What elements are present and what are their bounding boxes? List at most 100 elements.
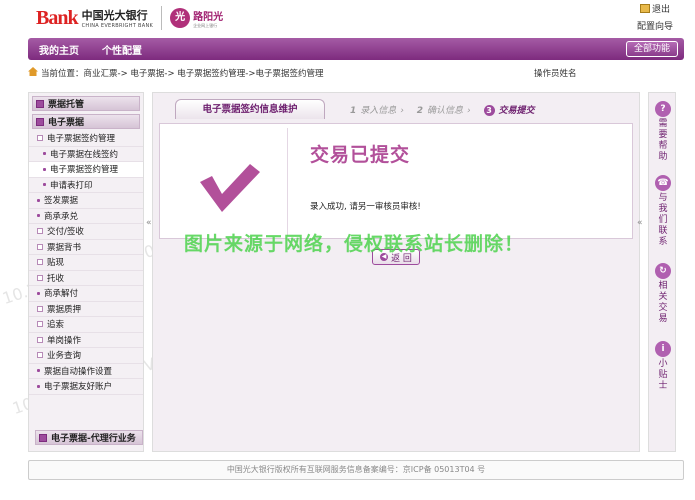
certification-badge: 光 路阳光 企业网上银行 (170, 8, 223, 29)
expand-icon (39, 433, 47, 442)
rail-related[interactable]: ↻ 相关交易 (651, 263, 675, 325)
right-rail: ? 需要帮助 ☎ 与我们联系 ↻ 相关交易 i 小贴士 (648, 92, 676, 452)
nav-home[interactable]: 我的主页 (39, 42, 79, 57)
sidebar-item[interactable]: 票据质押 (29, 302, 143, 317)
sidebar-item[interactable]: 电子票据签约管理 (29, 162, 143, 178)
cert-sub: 企业网上银行 (193, 22, 218, 28)
step-1: 1 录入信息 › (350, 106, 404, 116)
result-title: 交易已提交 (310, 144, 411, 166)
sidebar-item[interactable]: 贴现 (29, 255, 143, 271)
sidebar-item[interactable]: 追索 (29, 317, 143, 333)
tab-sign-info[interactable]: 电子票据签约信息维护 (175, 99, 325, 119)
sidebar-item-label: 贴现 (47, 258, 65, 269)
overlay-watermark-text: 图片来源于网络，侵权联系站长删除！ (184, 233, 525, 255)
sidebar-item-label: 票据自动操作设置 (44, 366, 113, 377)
result-message: 录入成功, 请另一审核员审核! (310, 202, 421, 212)
expand-icon (37, 135, 43, 142)
rail-label: 与我们联系 (658, 193, 668, 247)
sidebar: 票据托管 电子票据 电子票据签约管理 电子票据在线签约 电子票据签约管理 申请表打印签… (28, 92, 144, 452)
step-3: 3 交易提交 (483, 103, 535, 116)
sidebar-head-label: 电子票据-代理行业务 (51, 434, 136, 444)
breadcrumb: 当前位置：商业汇票-> 电子票据-> 电子票据签约管理->电子票据签约管理 操作… (28, 64, 684, 82)
sidebar-item-label: 电子票据签约管理 (50, 165, 119, 176)
logo-divider (161, 6, 163, 30)
config-guide-link[interactable]: 配置向导 (635, 19, 675, 32)
location-prefix: 当前位置： (41, 69, 84, 79)
sidebar-item[interactable]: 业务查询 (29, 348, 143, 364)
sidebar-head-label: 票据托管 (48, 100, 85, 110)
sidebar-item[interactable]: 电子票据在线签约 (29, 147, 143, 162)
expand-icon (36, 99, 44, 108)
footer: 中国光大银行版权所有互联网服务信息备案编号：京ICP备 05013T04 号 (28, 460, 684, 480)
exit-button[interactable]: 退出 (635, 2, 675, 15)
sidebar-head-custody[interactable]: 票据托管 (32, 96, 140, 111)
rail-contact[interactable]: ☎ 与我们联系 (651, 175, 675, 248)
home-icon (28, 67, 38, 76)
sidebar-item[interactable]: 电子票据友好账户 (29, 379, 143, 395)
all-functions-button[interactable]: 全部功能 (625, 41, 678, 57)
location-path[interactable]: 商业汇票-> 电子票据-> 电子票据签约管理->电子票据签约管理 (84, 69, 324, 79)
expand-icon (37, 352, 43, 359)
nav-personal-config[interactable]: 个性配置 (102, 42, 142, 57)
phone-icon: ☎ (655, 175, 671, 191)
rail-help[interactable]: ? 需要帮助 (651, 101, 675, 163)
sidebar-item[interactable]: 交付/签收 (29, 224, 143, 240)
rail-tips[interactable]: i 小贴士 (651, 341, 675, 392)
sidebar-item-label: 电子票据友好账户 (44, 382, 113, 393)
sidebar-item[interactable]: 申请表打印 (29, 178, 143, 193)
cert-name: 路阳光 (193, 11, 224, 23)
bullet-icon (43, 167, 46, 171)
sidebar-item-label: 商承承兑 (44, 211, 79, 222)
bullet-icon (43, 183, 46, 187)
sidebar-item[interactable]: 单岗操作 (29, 333, 143, 348)
sidebar-item[interactable]: 商承承兑 (29, 209, 143, 224)
sidebar-item-label: 追索 (47, 320, 65, 331)
sidebar-item-label: 申请表打印 (50, 180, 93, 191)
bullet-icon (37, 214, 40, 218)
rail-label: 小贴士 (658, 359, 668, 391)
sidebar-item-label: 票据背书 (47, 242, 82, 253)
bank-logo: Bank 中国光大银行 CHINA EVERBRIGHT BANK 光 路阳光 … (36, 6, 223, 30)
sidebar-item-label: 交付/签收 (47, 227, 84, 238)
expand-icon (37, 321, 43, 328)
sidebar-head-e-bills[interactable]: 电子票据 (32, 114, 140, 129)
bullet-icon (37, 291, 40, 295)
collapse-right-icon[interactable]: « (637, 218, 643, 228)
sidebar-item[interactable]: 票据背书 (29, 240, 143, 255)
steps: 1 录入信息 › 2 确认信息 › 3 交易提交 (350, 103, 545, 116)
sidebar-item[interactable]: 签发票据 (29, 193, 143, 209)
bullet-icon (37, 384, 40, 388)
step-2: 2 确认信息 › (416, 106, 471, 116)
exit-icon (639, 4, 650, 13)
sidebar-item[interactable]: 商承解付 (29, 286, 143, 302)
bullet-icon (37, 369, 40, 373)
sidebar-item[interactable]: 票据自动操作设置 (29, 364, 143, 379)
info-icon: i (655, 341, 671, 357)
operator-name: 操作员姓名 (534, 69, 577, 79)
refresh-icon: ↻ (655, 263, 671, 279)
expand-icon (37, 274, 43, 281)
sidebar-item[interactable]: 托收 (29, 271, 143, 286)
main-panel: 电子票据签约信息维护 1 录入信息 › 2 确认信息 › 3 交易提交 交易已提交 录入成… (152, 92, 640, 452)
sidebar-item-label: 商承解付 (44, 289, 79, 300)
seal-icon: 光 (170, 8, 191, 28)
collapse-left-icon[interactable]: « (146, 218, 152, 228)
exit-label: 退出 (651, 5, 670, 15)
expand-icon (37, 259, 43, 266)
sidebar-head-agent-bank[interactable]: 电子票据-代理行业务 (35, 430, 143, 445)
sidebar-item[interactable]: 电子票据签约管理 (29, 131, 143, 147)
bank-name-en: CHINA EVERBRIGHT BANK (81, 23, 154, 29)
sidebar-item-label: 单岗操作 (47, 335, 82, 346)
sidebar-item-label: 票据质押 (47, 304, 82, 315)
expand-icon (37, 336, 43, 343)
sidebar-item-label: 电子票据签约管理 (47, 134, 116, 145)
checkmark-icon (164, 128, 288, 236)
help-icon: ? (655, 101, 671, 117)
expand-icon (37, 228, 43, 235)
bullet-icon (43, 152, 46, 156)
result-panel: 交易已提交 录入成功, 请另一审核员审核! (159, 123, 633, 239)
step-bar: 电子票据签约信息维护 1 录入信息 › 2 确认信息 › 3 交易提交 (175, 99, 635, 119)
rail-label: 相关交易 (658, 281, 668, 324)
collapse-icon (36, 117, 44, 126)
bank-name: 中国光大银行 (81, 9, 148, 22)
